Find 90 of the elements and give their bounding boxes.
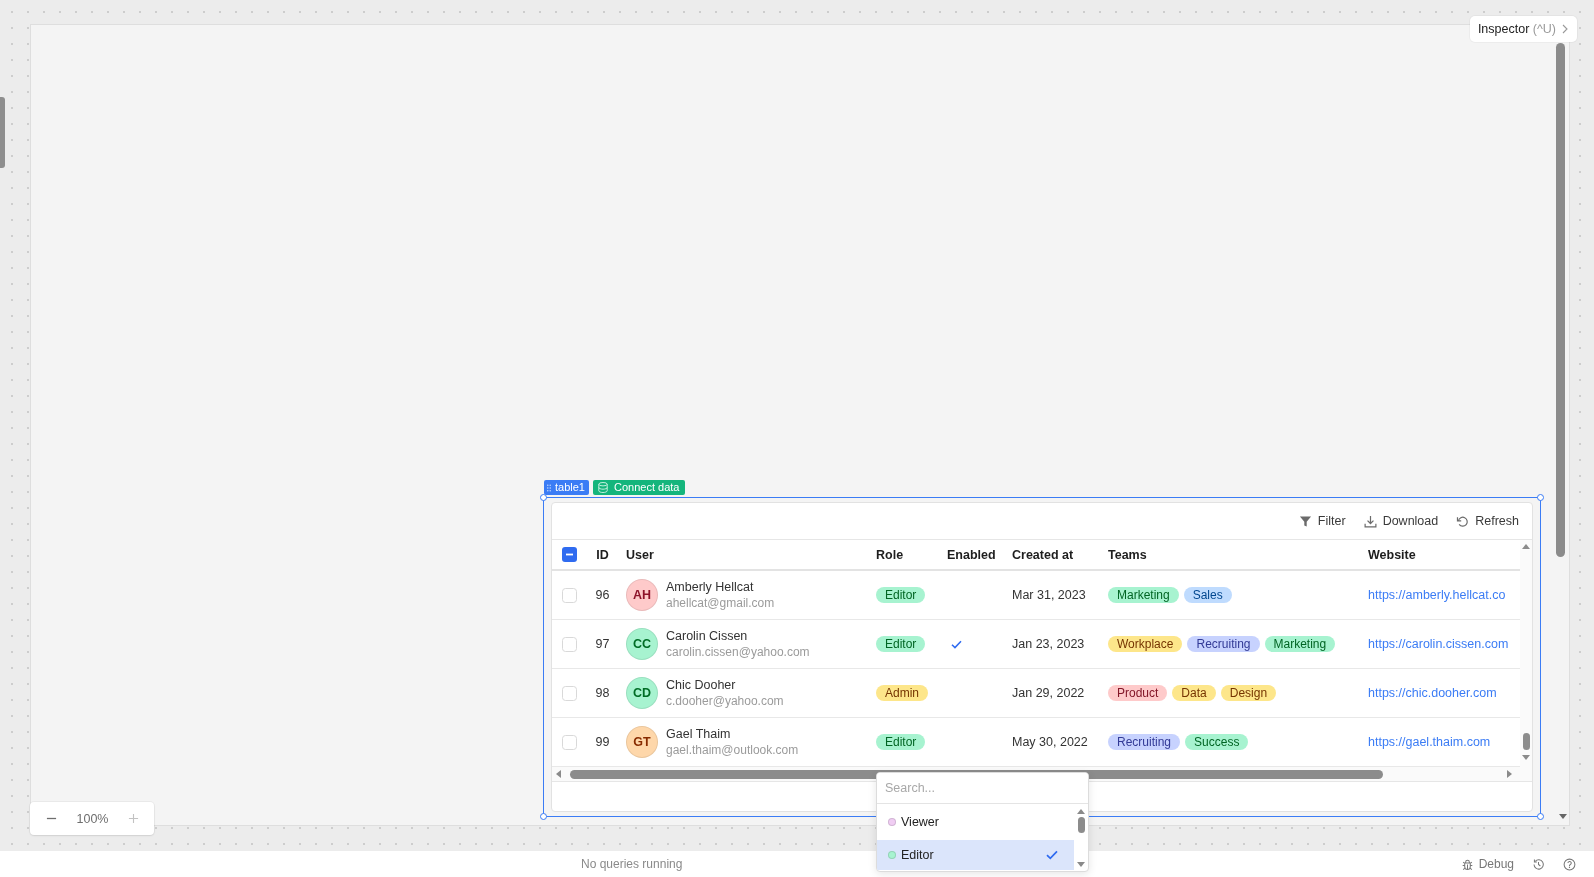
scroll-up-arrow-icon[interactable]: [1522, 544, 1530, 549]
zoom-level: 100%: [76, 811, 109, 826]
user-email: c.dooher@yahoo.com: [666, 693, 784, 709]
created-date: Jan 29, 2022: [1012, 686, 1085, 700]
column-header[interactable]: Enabled: [947, 547, 996, 562]
inspector-button[interactable]: Inspector (^U): [1469, 16, 1577, 42]
team-tag: Workplace: [1108, 636, 1183, 652]
debug-button[interactable]: Debug: [1460, 857, 1514, 871]
resize-handle[interactable]: [1537, 494, 1544, 501]
team-tag: Marketing: [1108, 587, 1179, 603]
status-message: No queries running: [581, 857, 683, 871]
panel-handle[interactable]: [0, 97, 5, 168]
download-icon: [1363, 514, 1377, 528]
team-tag: Recruiting: [1187, 636, 1260, 652]
user-name: Chic Dooher: [666, 677, 737, 693]
column-header[interactable]: Role: [876, 547, 904, 562]
column-header[interactable]: Created at: [1012, 547, 1074, 562]
chevron-right-icon: [1562, 24, 1568, 34]
user-id: 99: [595, 735, 610, 749]
refresh-icon: [1456, 514, 1470, 528]
history-icon: [1532, 857, 1545, 871]
user-avatar: AH: [626, 579, 658, 611]
user-email: carolin.cissen@yahoo.com: [666, 644, 810, 660]
scrollbar-thumb[interactable]: [1077, 817, 1085, 833]
team-tag: Product: [1108, 685, 1168, 701]
bug-icon: [1460, 857, 1474, 871]
resize-handle[interactable]: [1537, 813, 1544, 820]
website-link[interactable]: https://amberly.hellcat.co: [1368, 588, 1506, 602]
database-icon: [598, 482, 608, 493]
column-header[interactable]: Website: [1368, 547, 1416, 562]
team-tag: Success: [1185, 734, 1249, 750]
user-email: gael.thaim@outlook.com: [666, 742, 799, 758]
created-date: Mar 31, 2023: [1012, 588, 1086, 602]
user-name: Gael Thaim: [666, 726, 732, 742]
dropdown-option[interactable]: Editor: [877, 840, 1074, 870]
team-tag: Marketing: [1264, 636, 1336, 652]
website-link[interactable]: https://chic.dooher.com: [1368, 686, 1497, 700]
scroll-left-arrow-icon[interactable]: [556, 770, 561, 778]
scroll-up-arrow-icon[interactable]: [1077, 809, 1085, 814]
team-tag: Sales: [1183, 587, 1232, 603]
search-input[interactable]: Search...: [885, 779, 1082, 797]
scrollbar-thumb[interactable]: [1556, 43, 1565, 557]
scroll-down-arrow-icon[interactable]: [1077, 862, 1085, 867]
grip-icon: [547, 483, 551, 492]
help-button[interactable]: [1563, 857, 1576, 871]
history-button[interactable]: [1532, 857, 1545, 871]
role-badge: Editor: [876, 734, 926, 750]
component-name-badge[interactable]: table1: [544, 480, 589, 495]
scroll-down-arrow-icon[interactable]: [1559, 814, 1567, 819]
website-link[interactable]: https://carolin.cissen.com: [1368, 637, 1509, 651]
row-checkbox[interactable]: [562, 636, 577, 652]
row-checkbox[interactable]: [562, 734, 577, 750]
user-avatar: CD: [626, 677, 658, 709]
team-tag: Data: [1172, 685, 1216, 701]
user-avatar: CC: [626, 628, 658, 660]
column-header[interactable]: ID: [596, 547, 609, 562]
filter-icon: [1298, 514, 1312, 528]
row-checkbox[interactable]: [562, 685, 577, 701]
check-icon: [1046, 850, 1058, 860]
user-id: 96: [595, 588, 610, 602]
user-email: ahellcat@gmail.com: [666, 595, 775, 611]
user-avatar: GT: [626, 726, 658, 758]
plus-icon: [128, 813, 140, 824]
user-name: Amberly Hellcat: [666, 579, 755, 595]
team-tag: Design: [1220, 685, 1277, 701]
team-tag: Recruiting: [1108, 734, 1181, 750]
user-id: 97: [595, 637, 610, 651]
created-date: May 30, 2022: [1012, 735, 1088, 749]
select-all-checkbox[interactable]: [562, 547, 577, 562]
role-badge: Editor: [876, 636, 926, 652]
user-id: 98: [595, 686, 610, 700]
created-date: Jan 23, 2023: [1012, 637, 1085, 651]
resize-handle[interactable]: [540, 813, 547, 820]
scroll-down-arrow-icon[interactable]: [1522, 755, 1530, 760]
row-checkbox[interactable]: [562, 587, 577, 603]
search-field[interactable]: Search...: [877, 773, 1088, 804]
website-link[interactable]: https://gael.thaim.com: [1368, 735, 1491, 749]
resize-handle[interactable]: [540, 494, 547, 501]
user-name: Carolin Cissen: [666, 628, 749, 644]
role-badge: Editor: [876, 587, 926, 603]
scroll-right-arrow-icon[interactable]: [1507, 770, 1512, 778]
help-icon: [1563, 857, 1576, 871]
toolbar-button[interactable]: Download: [1363, 514, 1439, 528]
role-badge: Admin: [876, 685, 928, 701]
toolbar-button[interactable]: Filter: [1298, 514, 1346, 528]
column-header[interactable]: Teams: [1108, 547, 1147, 562]
toolbar-button[interactable]: Refresh: [1456, 514, 1519, 528]
column-header[interactable]: User: [626, 547, 654, 562]
dropdown-option[interactable]: Viewer: [877, 807, 1074, 837]
scrollbar-thumb[interactable]: [1522, 733, 1530, 750]
